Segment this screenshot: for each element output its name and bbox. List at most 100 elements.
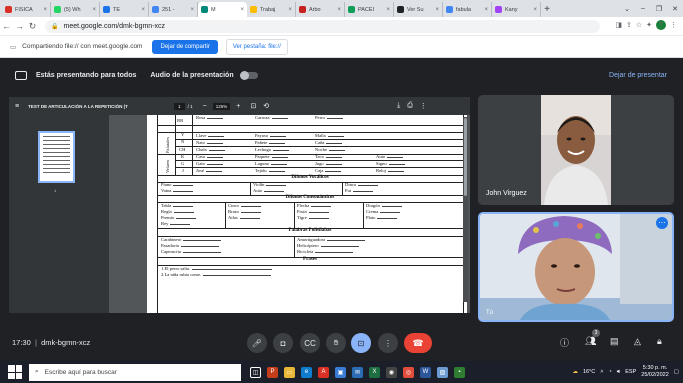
chat-icon[interactable]: ▤ — [610, 336, 619, 347]
new-tab-button[interactable]: + — [541, 2, 553, 17]
menu-icon[interactable]: ⋮ — [670, 21, 677, 29]
stop-presenting-button[interactable]: Dejar de presentar — [609, 72, 667, 79]
microphone-button[interactable]: 🎤︎ — [247, 333, 267, 353]
tab-title: 251 - — [162, 6, 175, 13]
page-thumbnail[interactable] — [38, 131, 75, 183]
info-icon[interactable]: ⓘ — [560, 336, 569, 349]
activities-icon[interactable]: ◬ — [634, 336, 641, 347]
language-indicator[interactable]: ESP — [625, 369, 636, 375]
share-icon[interactable]: ⇪ — [626, 21, 632, 29]
download-icon[interactable]: ⤓ — [397, 102, 400, 110]
browser-tab[interactable]: (5) Wh × — [51, 2, 100, 17]
notifications-icon[interactable]: ▢ — [674, 369, 679, 375]
end-call-button[interactable]: ☎︎ — [404, 333, 432, 353]
tab-close-icon[interactable]: × — [435, 7, 439, 13]
browser-tab[interactable]: Árbo × — [296, 2, 345, 17]
browser-tab[interactable]: FISICA × — [2, 2, 51, 17]
more-options-button[interactable]: ⋮ — [378, 333, 398, 353]
clock[interactable]: 5:30 p. m. 25/02/2022 — [641, 365, 669, 379]
tab-close-icon[interactable]: × — [190, 7, 194, 13]
taskbar-search[interactable]: ⌕ Escribe aquí para buscar — [29, 363, 241, 381]
tab-close-icon[interactable]: × — [288, 7, 292, 13]
more-options-icon[interactable]: ⋯ — [656, 217, 668, 229]
acrobat-icon[interactable]: A — [318, 366, 329, 378]
close-icon[interactable]: ✕ — [667, 0, 683, 17]
task-view-icon[interactable]: ◫ — [250, 366, 261, 378]
game-icon[interactable]: ◉ — [386, 366, 397, 378]
tab-close-icon[interactable]: × — [484, 7, 488, 13]
lock-icon: 🔒 — [51, 23, 59, 30]
browser-tab[interactable]: Trabaj × — [247, 2, 296, 17]
browser-tab[interactable]: fabula × — [443, 2, 492, 17]
edge-icon[interactable]: e — [301, 366, 312, 378]
page-input[interactable]: 1 — [174, 102, 185, 110]
windows-start-icon[interactable] — [8, 365, 22, 379]
tab-close-icon[interactable]: × — [141, 7, 145, 13]
forward-icon[interactable]: → — [13, 21, 26, 31]
explorer-icon[interactable]: ▭ — [284, 366, 295, 378]
participant-count-badge: 3 — [592, 329, 600, 337]
menu-icon[interactable]: ≡ — [15, 103, 19, 110]
tab-close-icon[interactable]: × — [533, 7, 537, 13]
lock-icon[interactable]: 🔒︎ — [657, 336, 662, 347]
more-icon[interactable]: ⋮ — [420, 102, 427, 110]
zoom-level[interactable]: 125% — [212, 102, 231, 110]
browser-tab[interactable]: PACEI × — [345, 2, 394, 17]
tab-close-icon[interactable]: × — [92, 7, 96, 13]
thumbnail-page-number: 1 — [54, 188, 57, 193]
store-icon[interactable]: ▣ — [335, 366, 346, 378]
browser-tab[interactable]: Kany × — [492, 2, 541, 17]
back-icon[interactable]: ← — [0, 21, 13, 31]
word: José — [196, 168, 222, 175]
word: Tigre — [297, 215, 329, 222]
excel-icon[interactable]: X — [369, 366, 380, 378]
fit-page-icon[interactable]: ⊡ — [250, 102, 256, 110]
stop-sharing-button[interactable]: Dejar de compartir — [152, 39, 218, 54]
participant-tile[interactable]: John Virguez — [478, 95, 674, 205]
camera-icon[interactable]: ◨ — [615, 21, 622, 29]
browser-tab[interactable]: TE × — [100, 2, 149, 17]
maximize-icon[interactable]: ❐ — [651, 0, 667, 17]
tab-close-icon[interactable]: × — [337, 7, 341, 13]
tray-chevron-icon[interactable]: ˄ — [600, 369, 603, 375]
photos-icon[interactable]: ▧ — [437, 366, 448, 378]
tab-close-icon[interactable]: × — [386, 7, 390, 13]
section-title: Difonos Vocálicos — [291, 175, 329, 180]
audio-toggle[interactable] — [239, 71, 258, 80]
pdf-scrollbar[interactable] — [463, 117, 468, 302]
presenting-text: Estás presentando para todos — [36, 72, 137, 79]
word-icon[interactable]: W — [420, 366, 431, 378]
people-icon[interactable]: 👥︎ — [585, 336, 596, 347]
volume-icon[interactable]: 🔊︎ — [617, 369, 620, 376]
camera-button[interactable]: ◘ — [273, 333, 293, 353]
reload-icon[interactable]: ↻ — [26, 21, 39, 32]
mail-icon[interactable]: ✉ — [352, 366, 363, 378]
minimize-icon[interactable]: – — [635, 0, 651, 17]
powerpoint-icon[interactable]: P — [267, 366, 278, 378]
app-icon[interactable]: ▪ — [454, 366, 465, 378]
self-tile[interactable]: ⋯ Tú — [478, 212, 674, 322]
tab-favicon-icon — [54, 6, 61, 13]
browser-tab[interactable]: Ver Su × — [394, 2, 443, 17]
star-icon[interactable]: ☆ — [636, 21, 642, 29]
browser-tab[interactable]: M × — [198, 2, 247, 17]
word: Signo — [376, 161, 405, 168]
print-icon[interactable]: ⎙ — [407, 102, 413, 110]
profile-avatar[interactable]: T — [656, 20, 666, 30]
chrome-icon[interactable]: ◎ — [403, 366, 414, 378]
chevron-down-icon[interactable]: ⌄ — [619, 0, 635, 17]
present-button[interactable]: ⊡ — [351, 333, 371, 353]
raise-hand-button[interactable]: ✋︎ — [326, 333, 346, 353]
tab-close-icon[interactable]: × — [43, 7, 47, 13]
switch-tab-button[interactable]: Ver pestaña: file:// — [225, 38, 288, 55]
url-bar[interactable]: 🔒 meet.google.com/dmk-bgmn-xcz — [45, 19, 600, 33]
self-video — [480, 214, 672, 320]
network-icon[interactable]: ◔ — [608, 369, 611, 375]
extensions-icon[interactable]: ✦ — [646, 21, 652, 29]
zoom-out-icon[interactable]: − — [203, 103, 207, 110]
browser-tab[interactable]: 251 - × — [149, 2, 198, 17]
rotate-icon[interactable]: ⟲ — [263, 102, 269, 110]
tab-close-icon[interactable]: × — [240, 7, 244, 13]
captions-button[interactable]: CC — [300, 333, 320, 353]
zoom-in-icon[interactable]: + — [236, 103, 240, 110]
